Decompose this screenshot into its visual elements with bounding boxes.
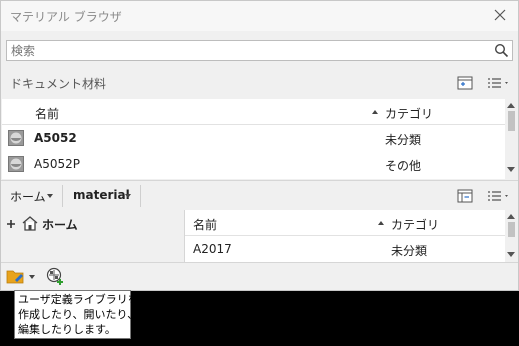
scroll-down-arrow-icon[interactable]: [507, 252, 515, 257]
material-category: 未分類: [385, 133, 422, 147]
document-materials-header: ドキュメント材料: [1, 71, 518, 93]
table-row[interactable]: A5052P その他: [2, 152, 505, 177]
search-input[interactable]: [11, 42, 481, 59]
panel-view-icon[interactable]: [456, 187, 474, 205]
search-box: [6, 40, 513, 61]
document-materials-label: ドキュメント材料: [10, 77, 107, 91]
scroll-down-arrow-icon[interactable]: [507, 167, 515, 172]
library-tree: ホーム: [1, 210, 184, 262]
document-table-scrollbar[interactable]: [505, 99, 518, 179]
material-sphere-icon: [8, 130, 24, 146]
material-sphere-icon: [8, 156, 24, 172]
material-name: A5052: [34, 131, 77, 145]
column-header-category[interactable]: カテゴリ: [385, 105, 433, 122]
table-row[interactable]: A5052 未分類: [2, 126, 505, 151]
library-materials-table: 名前 カテゴリ A2017 未分類: [184, 210, 505, 262]
scroll-up-arrow-icon[interactable]: [507, 214, 515, 219]
tooltip-line: 編集したりします。: [18, 323, 116, 336]
table-row[interactable]: A2017 未分類: [185, 237, 505, 262]
table-header: 名前 カテゴリ: [2, 99, 505, 125]
column-header-category[interactable]: カテゴリ: [391, 216, 439, 233]
breadcrumb-home[interactable]: ホーム: [10, 188, 46, 205]
bottom-toolbar: [1, 262, 518, 290]
material-editor-icon[interactable]: [46, 267, 65, 286]
table-header: 名前 カテゴリ: [185, 210, 505, 236]
breadcrumb-material[interactable]: material: [73, 188, 130, 202]
sort-ascending-icon: [378, 221, 384, 225]
library-breadcrumb-bar: ホーム material: [1, 180, 518, 210]
window-title: マテリアル ブラウザ: [10, 10, 122, 24]
tree-item-home[interactable]: ホーム: [42, 216, 78, 233]
material-category: その他: [385, 159, 422, 173]
material-name: A5052P: [34, 157, 80, 171]
divider: [140, 185, 141, 207]
tooltip-line: 作成したり、開いたり、: [18, 308, 139, 321]
material-name: A2017: [193, 242, 232, 256]
chevron-down-icon[interactable]: [29, 275, 35, 279]
material-category: 未分類: [391, 244, 428, 258]
sort-ascending-icon: [372, 110, 378, 114]
column-header-name[interactable]: 名前: [35, 105, 59, 122]
panel-view-icon[interactable]: [456, 74, 474, 92]
list-menu-icon[interactable]: [486, 74, 512, 92]
library-folder-icon[interactable]: [6, 268, 26, 285]
chevron-down-icon[interactable]: [125, 194, 131, 198]
list-menu-icon[interactable]: [486, 187, 512, 205]
column-header-name[interactable]: 名前: [193, 216, 217, 233]
plus-icon[interactable]: [6, 219, 16, 229]
scroll-up-arrow-icon[interactable]: [507, 103, 515, 108]
library-table-scrollbar[interactable]: [505, 210, 518, 262]
search-icon[interactable]: [494, 43, 509, 58]
scroll-thumb[interactable]: [508, 111, 515, 131]
tooltip: ユーザ定義ライブラリを 作成したり、開いたり、 編集したりします。: [14, 290, 139, 339]
divider: [62, 185, 63, 207]
chevron-down-icon[interactable]: [47, 194, 53, 198]
tooltip-line: ユーザ定義ライブラリを: [18, 293, 139, 306]
scroll-thumb[interactable]: [508, 222, 515, 237]
document-materials-table: 名前 カテゴリ A5052 未分類 A5052P その他: [2, 99, 505, 179]
title-bar: マテリアル ブラウザ: [1, 1, 518, 31]
home-icon: [22, 216, 38, 231]
close-icon[interactable]: [492, 7, 508, 23]
material-browser-window: マテリアル ブラウザ ドキュメント材料 名前 カテゴリ: [0, 0, 519, 291]
